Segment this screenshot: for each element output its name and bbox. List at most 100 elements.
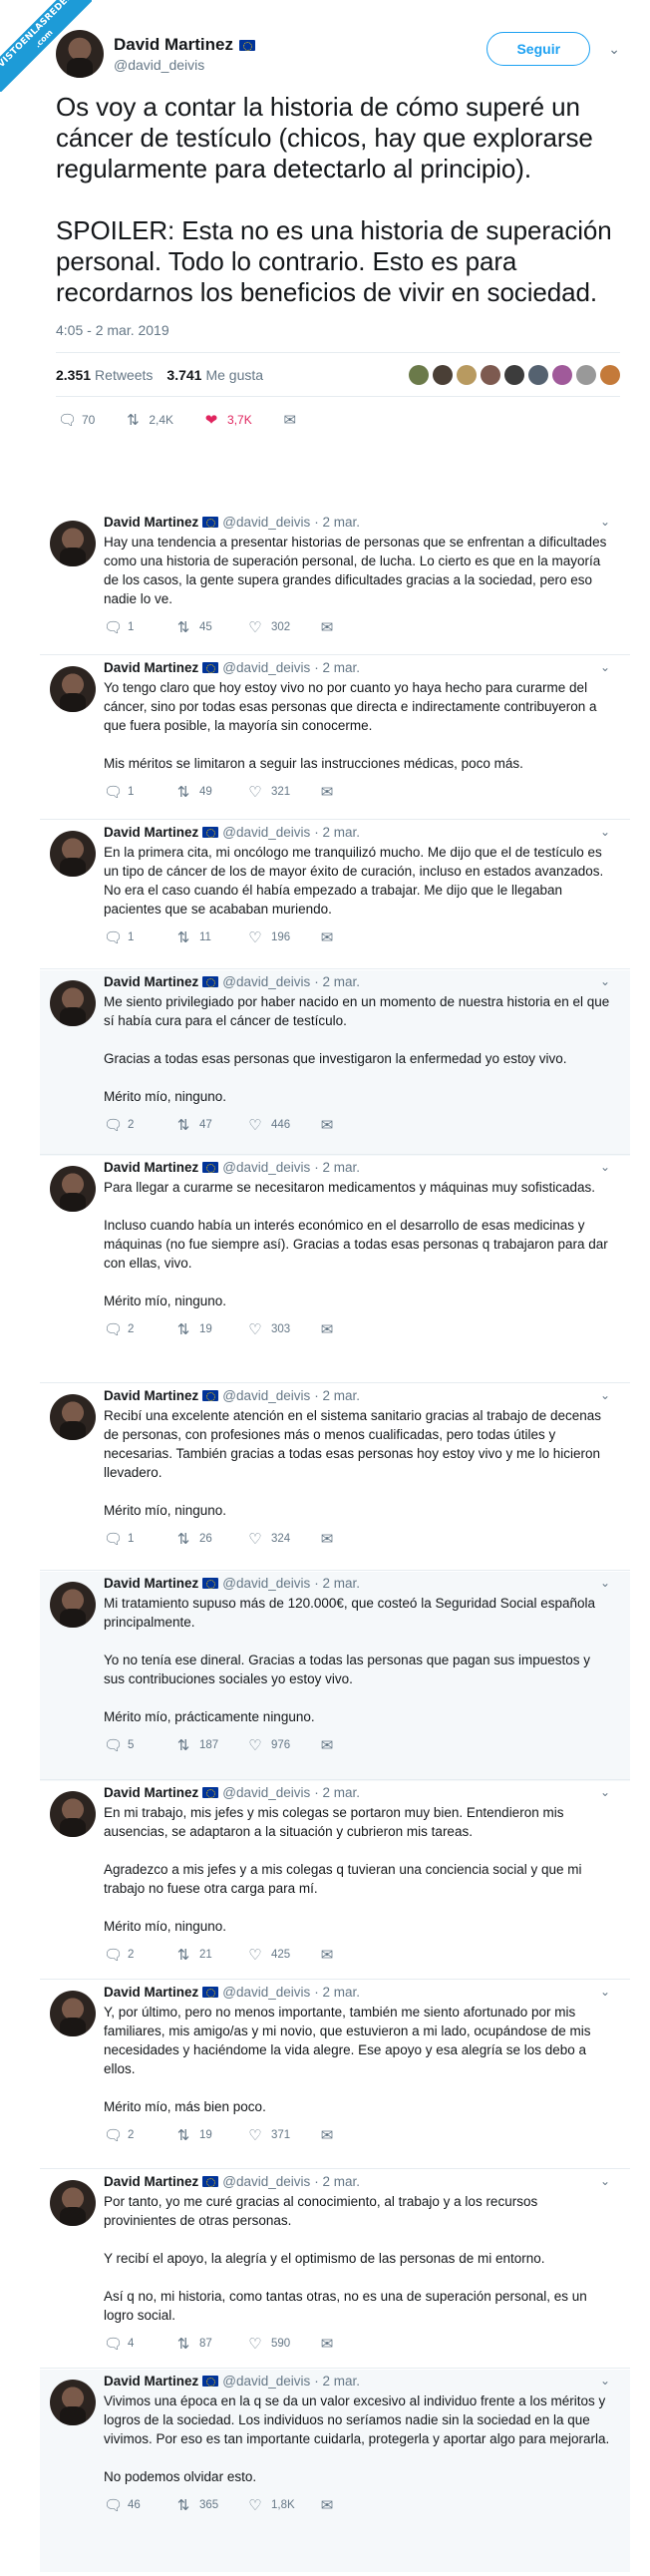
author-name[interactable]: David Martinez <box>104 1160 198 1175</box>
message-button[interactable]: ✉ <box>319 618 391 636</box>
avatar[interactable] <box>50 2180 96 2226</box>
avatar[interactable] <box>50 666 96 712</box>
chevron-down-icon[interactable]: ⌄ <box>600 2174 610 2188</box>
reply-date[interactable]: · 2 mar. <box>314 1160 360 1175</box>
author-handle[interactable]: @david_deivis <box>114 57 487 73</box>
reply-button[interactable]: 🗨 2 <box>104 1946 175 1964</box>
reply-date[interactable]: · 2 mar. <box>314 2174 360 2189</box>
reply-date[interactable]: · 2 mar. <box>314 825 360 840</box>
retweet-button[interactable]: ⇅ 11 <box>175 928 247 946</box>
reply-date[interactable]: · 2 mar. <box>314 1388 360 1403</box>
liker-avatar[interactable] <box>433 364 453 385</box>
author-name[interactable]: David Martinez <box>104 2374 198 2389</box>
retweet-button[interactable]: ⇅ 49 <box>175 783 247 801</box>
chevron-down-icon[interactable]: ⌄ <box>600 1785 610 1799</box>
liker-avatar[interactable] <box>600 364 620 385</box>
author-handle[interactable]: @david_deivis <box>222 660 310 675</box>
author-name[interactable]: David Martinez <box>104 515 198 530</box>
reply-button[interactable]: 🗨 2 <box>104 2126 175 2144</box>
retweet-button[interactable]: ⇅ 47 <box>175 1116 247 1134</box>
message-button[interactable]: ✉ <box>282 411 298 429</box>
reply-button[interactable]: 🗨 2 <box>104 1116 175 1134</box>
author-handle[interactable]: @david_deivis <box>222 1576 310 1591</box>
author-handle[interactable]: @david_deivis <box>222 1388 310 1403</box>
avatar[interactable] <box>50 831 96 877</box>
reply-button[interactable]: 🗨 70 <box>58 411 95 429</box>
author-name[interactable]: David Martinez <box>104 1785 198 1800</box>
author-name[interactable]: David Martinez <box>104 660 198 675</box>
like-button[interactable]: ♡ 371 <box>247 2126 319 2144</box>
reply-button[interactable]: 🗨 1 <box>104 1530 175 1548</box>
like-button[interactable]: ♡ 976 <box>247 1736 319 1754</box>
liker-avatar[interactable] <box>552 364 572 385</box>
chevron-down-icon[interactable]: ⌄ <box>600 1160 610 1174</box>
message-button[interactable]: ✉ <box>319 1530 391 1548</box>
avatar[interactable] <box>50 1166 96 1212</box>
avatar[interactable] <box>50 521 96 566</box>
reply-date[interactable]: · 2 mar. <box>314 974 360 989</box>
reply-button[interactable]: 🗨 46 <box>104 2496 175 2514</box>
chevron-down-icon[interactable]: ⌄ <box>600 825 610 839</box>
reply-date[interactable]: · 2 mar. <box>314 515 360 530</box>
like-button[interactable]: ♡ 302 <box>247 618 319 636</box>
like-button[interactable]: ♡ 590 <box>247 2335 319 2353</box>
retweet-button[interactable]: ⇅ 45 <box>175 618 247 636</box>
author-handle[interactable]: @david_deivis <box>222 1785 310 1800</box>
retweet-button[interactable]: ⇅ 365 <box>175 2496 247 2514</box>
like-button[interactable]: ♡ 425 <box>247 1946 319 1964</box>
retweet-button[interactable]: ⇅ 2,4K <box>125 411 173 429</box>
author-name[interactable]: David Martinez <box>104 2174 198 2189</box>
liker-avatar[interactable] <box>481 364 500 385</box>
avatar[interactable] <box>50 2380 96 2425</box>
liker-avatar[interactable] <box>409 364 429 385</box>
reply-button[interactable]: 🗨 4 <box>104 2335 175 2353</box>
message-button[interactable]: ✉ <box>319 1736 391 1754</box>
author-handle[interactable]: @david_deivis <box>222 1160 310 1175</box>
reply-date[interactable]: · 2 mar. <box>314 660 360 675</box>
chevron-down-icon[interactable]: ⌄ <box>600 1985 610 1999</box>
liker-avatar[interactable] <box>504 364 524 385</box>
avatar[interactable] <box>50 1394 96 1440</box>
author-name[interactable]: David Martinez <box>104 974 198 989</box>
author-handle[interactable]: @david_deivis <box>222 825 310 840</box>
reply-button[interactable]: 🗨 1 <box>104 928 175 946</box>
avatar[interactable] <box>50 1582 96 1628</box>
author-handle[interactable]: @david_deivis <box>222 2374 310 2389</box>
like-button[interactable]: ❤ 3,7K <box>203 411 252 429</box>
message-button[interactable]: ✉ <box>319 2496 391 2514</box>
reply-button[interactable]: 🗨 1 <box>104 783 175 801</box>
reply-button[interactable]: 🗨 1 <box>104 618 175 636</box>
reply-button[interactable]: 🗨 5 <box>104 1736 175 1754</box>
liker-avatar[interactable] <box>576 364 596 385</box>
like-button[interactable]: ♡ 324 <box>247 1530 319 1548</box>
author-handle[interactable]: @david_deivis <box>222 2174 310 2189</box>
reply-date[interactable]: · 2 mar. <box>314 2374 360 2389</box>
chevron-down-icon[interactable]: ⌄ <box>600 974 610 988</box>
like-button[interactable]: ♡ 196 <box>247 928 319 946</box>
chevron-down-icon[interactable]: ⌄ <box>600 660 610 674</box>
author-handle[interactable]: @david_deivis <box>222 515 310 530</box>
like-button[interactable]: ♡ 1,8K <box>247 2496 319 2514</box>
chevron-down-icon[interactable]: ⌄ <box>600 515 610 529</box>
retweet-button[interactable]: ⇅ 187 <box>175 1736 247 1754</box>
liker-avatar[interactable] <box>528 364 548 385</box>
retweet-button[interactable]: ⇅ 19 <box>175 1320 247 1338</box>
author-name[interactable]: David Martinez <box>104 1388 198 1403</box>
avatar[interactable] <box>50 1791 96 1837</box>
message-button[interactable]: ✉ <box>319 2335 391 2353</box>
reply-date[interactable]: · 2 mar. <box>314 1576 360 1591</box>
avatar[interactable] <box>50 1991 96 2036</box>
like-button[interactable]: ♡ 446 <box>247 1116 319 1134</box>
retweets-stat[interactable]: 2.351 Retweets <box>56 367 153 383</box>
message-button[interactable]: ✉ <box>319 928 391 946</box>
follow-button[interactable]: Seguir <box>487 32 591 66</box>
reply-button[interactable]: 🗨 2 <box>104 1320 175 1338</box>
likers-avatars[interactable] <box>409 364 620 385</box>
liker-avatar[interactable] <box>457 364 477 385</box>
author-handle[interactable]: @david_deivis <box>222 1985 310 2000</box>
retweet-button[interactable]: ⇅ 26 <box>175 1530 247 1548</box>
retweet-button[interactable]: ⇅ 19 <box>175 2126 247 2144</box>
chevron-down-icon[interactable]: ⌄ <box>600 2374 610 2388</box>
like-button[interactable]: ♡ 303 <box>247 1320 319 1338</box>
message-button[interactable]: ✉ <box>319 2126 391 2144</box>
